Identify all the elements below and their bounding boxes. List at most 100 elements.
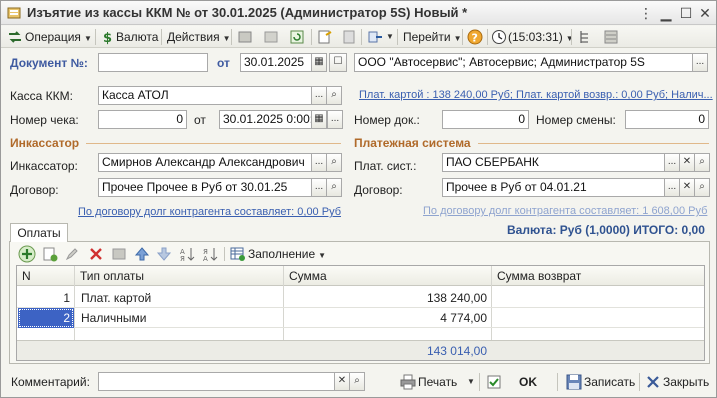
svg-text:А: А — [203, 255, 208, 262]
checkbox-list-icon[interactable]: ☐ — [329, 53, 347, 72]
doc-number-field[interactable]: 0 — [442, 110, 529, 129]
help-icon[interactable]: ? — [467, 29, 483, 45]
payments-summary-link[interactable]: Плат. картой : 138 240,00 Руб; Плат. кар… — [359, 89, 713, 101]
create-based-icon[interactable] — [317, 29, 333, 45]
kassa-label: Касса ККМ: — [10, 89, 73, 103]
comment-clear-icon[interactable]: ✕ — [334, 372, 350, 391]
table-footer: 143 014,00 — [17, 340, 704, 360]
collector-contract-field[interactable]: Прочее Прочее в Руб от 30.01.25 — [98, 178, 312, 197]
svg-text:?: ? — [472, 32, 478, 45]
collector-field[interactable]: Смирнов Александр Александрович — [98, 153, 312, 172]
print-form-icon[interactable] — [341, 29, 357, 45]
post-and-close-icon — [487, 375, 501, 389]
svg-text:$: $ — [103, 31, 112, 45]
payment-contract-search-icon[interactable]: ⌕ — [694, 178, 710, 197]
clock-icon[interactable] — [491, 29, 507, 45]
column-header-refund[interactable]: Сумма возврат — [493, 266, 693, 286]
organization-field[interactable]: ООО "Автосервис"; Автосервис; Администра… — [354, 53, 693, 72]
calendar-icon[interactable]: ▦ — [311, 53, 327, 72]
payment-contract-field[interactable]: Прочее в Руб от 04.01.21 — [442, 178, 665, 197]
window-title: Изъятие из кассы ККМ № от 30.01.2025 (Ад… — [27, 5, 468, 20]
edit-row-icon[interactable] — [64, 246, 80, 262]
table-header: N Тип оплаты Сумма Сумма возврат — [17, 266, 704, 286]
list-view-icon[interactable] — [603, 29, 619, 45]
actions-menu[interactable]: Действия ▼ — [167, 28, 231, 46]
payment-contract-select-button[interactable]: ... — [664, 178, 680, 197]
main-toolbar: Операция ▼ $ Валюта Действия ▼ ▼ Перейти ▼ … — [1, 26, 716, 48]
close-button[interactable]: Закрыть — [663, 373, 709, 391]
refresh-icon[interactable] — [289, 29, 305, 45]
sum-cell[interactable]: 4 774,00 — [285, 308, 491, 328]
payment-contract-clear-icon[interactable]: ✕ — [679, 178, 695, 197]
kassa-field[interactable]: Касса АТОЛ — [98, 86, 312, 105]
ok-button[interactable]: OK — [519, 373, 537, 391]
collector-contract-search-icon[interactable]: ⌕ — [326, 178, 342, 197]
row-number: 1 — [63, 291, 70, 305]
column-header-payment-type[interactable]: Тип оплаты — [76, 266, 281, 286]
move-up-icon[interactable] — [134, 246, 150, 262]
check-date-field[interactable]: 30.01.2025 0:00:00 — [219, 110, 312, 129]
end-edit-icon[interactable] — [111, 246, 127, 262]
print-button[interactable]: Печать — [418, 373, 457, 391]
print-dropdown-icon[interactable]: ▼ — [467, 373, 475, 391]
comment-label: Комментарий: — [11, 375, 90, 389]
payment-system-search-icon[interactable]: ⌕ — [694, 153, 710, 172]
shift-number-field[interactable]: 0 — [625, 110, 709, 129]
sort-descending-icon[interactable]: ЯА — [202, 246, 218, 262]
document-date-field[interactable]: 30.01.2025 — [240, 53, 312, 72]
currency-total: Валюта: Руб (1,0000) ИТОГО: 0,00 — [507, 223, 705, 237]
payment-system-field[interactable]: ПАО СБЕРБАНК — [442, 153, 665, 172]
payment-system-clear-icon[interactable]: ✕ — [679, 153, 695, 172]
structure-icon[interactable] — [367, 29, 383, 45]
document-number-field[interactable] — [98, 53, 208, 72]
minimize-button[interactable]: ▁ — [657, 4, 675, 22]
currency-button[interactable]: Валюта — [116, 28, 158, 46]
move-down-icon[interactable] — [156, 246, 172, 262]
add-row-icon[interactable] — [18, 245, 36, 263]
check-date-select-button[interactable]: ... — [327, 110, 343, 129]
payment-type-cell[interactable]: Наличными — [77, 308, 281, 328]
payment-system-select-button[interactable]: ... — [664, 153, 680, 172]
collector-contract-select-button[interactable]: ... — [311, 178, 327, 197]
check-number-label: Номер чека: — [10, 113, 79, 127]
collector-search-icon[interactable]: ⌕ — [326, 153, 342, 172]
footer-sum-total: 143 014,00 — [426, 344, 487, 358]
comment-field[interactable] — [98, 372, 335, 391]
check-calendar-icon[interactable]: ▦ — [311, 110, 327, 129]
refund-cell[interactable] — [493, 288, 703, 308]
delete-row-icon[interactable] — [88, 246, 104, 262]
unpost-icon[interactable] — [263, 29, 279, 45]
payment-contract-label: Договор: — [354, 183, 403, 197]
column-header-sum[interactable]: Сумма — [285, 266, 491, 286]
close-window-button[interactable]: ✕ — [696, 4, 714, 22]
sort-ascending-icon[interactable]: АЯ — [179, 246, 195, 262]
post-icon[interactable] — [237, 29, 253, 45]
structure-dropdown-icon[interactable]: ▼ — [386, 28, 394, 46]
collector-select-button[interactable]: ... — [311, 153, 327, 172]
tab-payments[interactable]: Оплаты — [10, 223, 68, 242]
time-display[interactable]: (15:03:31) ▼ — [508, 28, 574, 46]
collector-contract-label: Договор: — [10, 183, 59, 197]
sum-cell[interactable]: 138 240,00 — [285, 288, 491, 308]
goto-menu[interactable]: Перейти ▼ — [403, 28, 461, 46]
save-button[interactable]: Записать — [584, 373, 635, 391]
hierarchy-icon[interactable] — [577, 29, 593, 45]
kassa-select-button[interactable]: ... — [311, 86, 327, 105]
title-bar: Изъятие из кассы ККМ № от 30.01.2025 (Ад… — [1, 1, 716, 25]
maximize-button[interactable]: ☐ — [677, 4, 695, 22]
refund-cell[interactable] — [493, 308, 703, 328]
organization-select-button[interactable]: ... — [692, 53, 708, 72]
window-menu-icon[interactable]: ⋮ — [637, 4, 655, 22]
payment-type-cell[interactable]: Плат. картой — [77, 288, 281, 308]
collector-debt-link[interactable]: По договору долг контрагента составляет:… — [78, 206, 341, 218]
check-number-field[interactable]: 0 — [98, 110, 187, 129]
collector-label: Инкассатор: — [10, 159, 78, 173]
payment-debt-link[interactable]: По договору долг контрагента составляет:… — [423, 205, 707, 217]
kassa-search-icon[interactable]: ⌕ — [326, 86, 342, 105]
column-header-n[interactable]: N — [18, 266, 74, 286]
copy-row-icon[interactable] — [42, 246, 58, 262]
fill-menu-button[interactable]: Заполнение ▼ — [248, 247, 326, 261]
document-number-label: Документ №: — [10, 56, 88, 70]
comment-search-icon[interactable]: ⌕ — [349, 372, 365, 391]
operation-menu[interactable]: Операция ▼ — [25, 28, 92, 46]
